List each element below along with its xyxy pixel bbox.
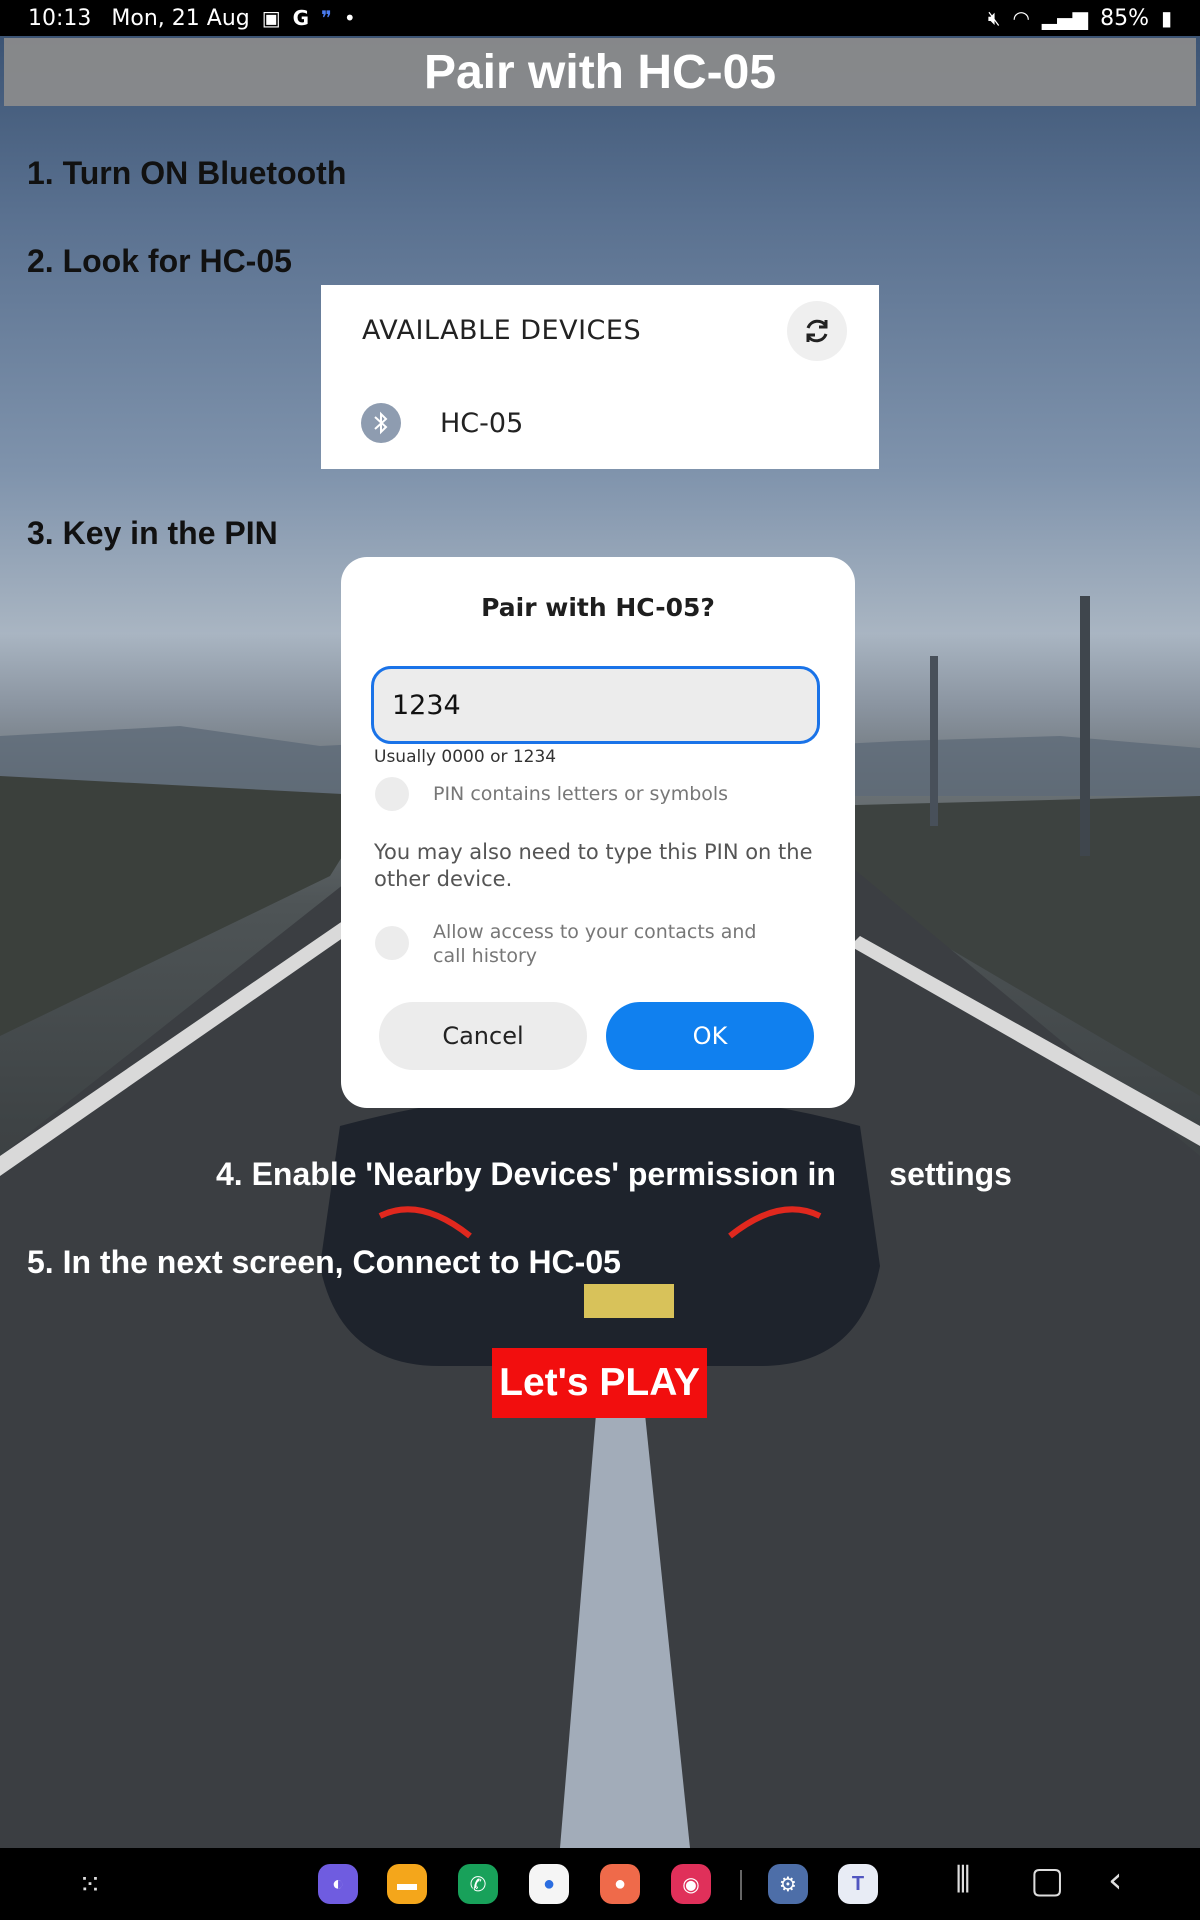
- wifi-icon: ◠: [1012, 6, 1030, 30]
- status-date: Mon, 21 Aug: [111, 5, 250, 31]
- device-name: HC-05: [440, 407, 524, 439]
- status-time: 10:13: [28, 5, 92, 31]
- internet-icon[interactable]: ◐: [318, 1864, 358, 1904]
- files-icon[interactable]: ▬: [387, 1864, 427, 1904]
- contacts-access-checkbox[interactable]: [375, 926, 409, 960]
- page-title: Pair with HC-05: [4, 38, 1196, 106]
- device-item-hc05[interactable]: HC-05: [361, 403, 523, 443]
- lets-play-button[interactable]: Let's PLAY: [492, 1348, 707, 1418]
- refresh-button[interactable]: [787, 301, 847, 361]
- available-devices-card: AVAILABLE DEVICES HC-05: [321, 285, 879, 469]
- pin-letters-label: PIN contains letters or symbols: [433, 783, 729, 805]
- dock-divider: [740, 1870, 742, 1900]
- dialog-title: Pair with HC-05?: [481, 593, 715, 622]
- status-left: 10:13 Mon, 21 Aug ▣ G ❞ •: [28, 6, 356, 31]
- dot-icon: •: [343, 6, 356, 30]
- contacts-access-label: Allow access to your contacts and call h…: [433, 921, 757, 967]
- status-right: 🔇︎ ◠ ▂▄▆ 85% ▮: [988, 6, 1172, 31]
- bluetooth-icon: [361, 403, 401, 443]
- mute-icon: 🔇︎: [987, 6, 1001, 30]
- contacts-icon[interactable]: ●: [600, 1864, 640, 1904]
- dialog-note: You may also need to type this PIN on th…: [374, 840, 813, 891]
- step-1: 1. Turn ON Bluetooth: [27, 155, 347, 191]
- apps-grid-icon[interactable]: ⁙: [70, 1864, 110, 1904]
- cancel-button[interactable]: Cancel: [379, 1002, 587, 1070]
- settings-icon[interactable]: ⚙: [768, 1864, 808, 1904]
- battery-icon: ▮: [1160, 6, 1172, 30]
- step-5: 5. In the next screen, Connect to HC-05: [27, 1244, 621, 1280]
- status-bar: 10:13 Mon, 21 Aug ▣ G ❞ • 🔇︎ ◠ ▂▄▆ 85% ▮: [0, 0, 1200, 36]
- signal-icon: ▂▄▆: [1041, 6, 1089, 30]
- recents-icon[interactable]: ⦀: [955, 1860, 971, 1902]
- available-devices-header: AVAILABLE DEVICES: [362, 315, 642, 346]
- pin-input[interactable]: [371, 666, 820, 744]
- refresh-icon: [806, 319, 828, 343]
- pair-dialog: Pair with HC-05? Usually 0000 or 1234 PI…: [341, 557, 855, 1108]
- ok-button[interactable]: OK: [606, 1002, 814, 1070]
- home-icon[interactable]: ▢: [1030, 1860, 1064, 1901]
- teams-icon[interactable]: T: [838, 1864, 878, 1904]
- screen-recorder-icon[interactable]: ◉: [671, 1864, 711, 1904]
- navigation-bar: ⁙ ◐ ▬ ✆ ● ● ◉ ⚙ T ⦀ ▢ ‹: [0, 1848, 1200, 1920]
- step-2: 2. Look for HC-05: [27, 243, 292, 279]
- pin-letters-checkbox[interactable]: [375, 777, 409, 811]
- pin-hint: Usually 0000 or 1234: [374, 747, 557, 767]
- contacts-access-option[interactable]: Allow access to your contacts and call h…: [375, 920, 793, 968]
- step-3: 3. Key in the PIN: [27, 515, 278, 551]
- battery-text: 85%: [1100, 5, 1149, 31]
- phone-icon[interactable]: ✆: [458, 1864, 498, 1904]
- messages-icon[interactable]: ●: [529, 1864, 569, 1904]
- google-icon: G: [292, 6, 310, 30]
- gallery-icon: ▣: [261, 6, 281, 30]
- step-4: 4. Enable 'Nearby Devices' permission in…: [216, 1156, 1012, 1192]
- back-icon[interactable]: ‹: [1108, 1860, 1122, 1901]
- pin-letters-option[interactable]: PIN contains letters or symbols: [375, 777, 793, 811]
- quote-icon: ❞: [321, 6, 332, 30]
